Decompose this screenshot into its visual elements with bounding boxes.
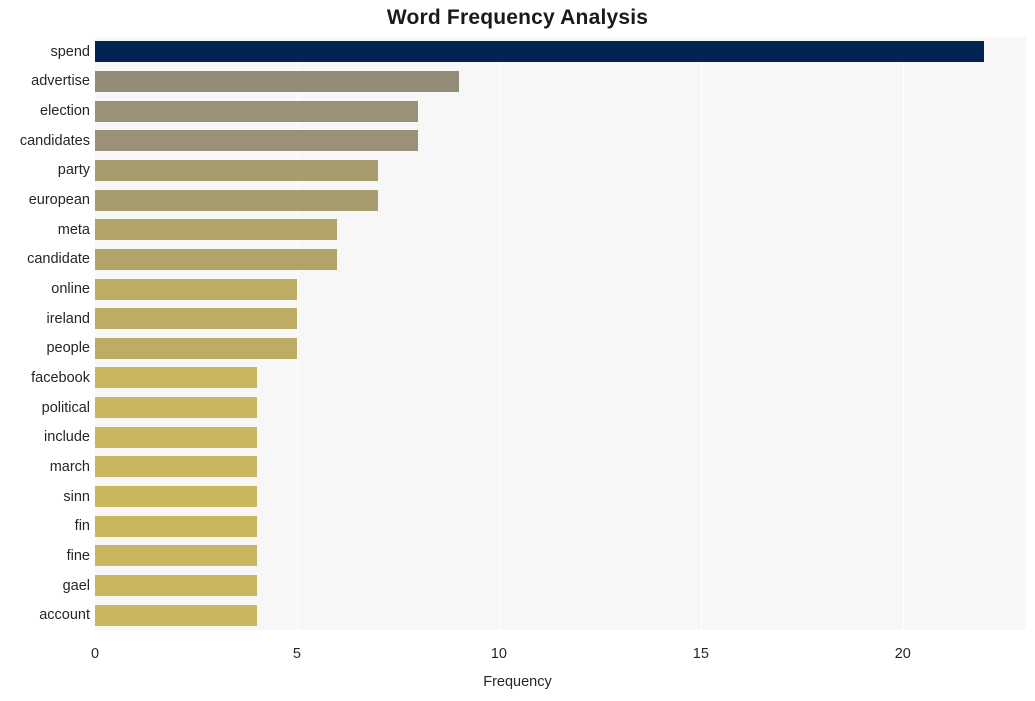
bar-row [95, 189, 1026, 211]
y-tick-label-fin: fin [74, 518, 90, 535]
y-tick-label-candidate: candidate [27, 251, 90, 268]
bar-political[interactable] [95, 397, 257, 419]
y-tick-label-sinn: sinn [63, 488, 90, 505]
bar-meta[interactable] [95, 219, 338, 241]
y-tick-label-meta: meta [57, 221, 90, 238]
bar-row [95, 604, 1026, 626]
y-tick-label-election: election [40, 103, 90, 120]
bar-online[interactable] [95, 278, 297, 300]
bar-march[interactable] [95, 456, 257, 478]
bar-fine[interactable] [95, 545, 257, 567]
bar-row [95, 515, 1026, 537]
bar-party[interactable] [95, 159, 378, 181]
bar-sinn[interactable] [95, 486, 257, 508]
bar-row [95, 575, 1026, 597]
bar-candidate[interactable] [95, 248, 338, 270]
bar-ireland[interactable] [95, 308, 297, 330]
y-tick-label-gael: gael [62, 577, 90, 594]
bar-facebook[interactable] [95, 367, 257, 389]
bar-row [95, 367, 1026, 389]
bar-row [95, 426, 1026, 448]
bar-election[interactable] [95, 100, 419, 122]
chart-figure: Word Frequency Analysis spend advertise el… [0, 0, 1035, 701]
bar-row [95, 397, 1026, 419]
bar-row [95, 100, 1026, 122]
y-tick-label-candidates: candidates [19, 132, 90, 149]
y-tick-label-march: march [49, 458, 90, 475]
bar-row [95, 456, 1026, 478]
y-tick-label-advertise: advertise [31, 73, 90, 90]
bar-row [95, 337, 1026, 359]
y-tick-label-ireland: ireland [46, 310, 90, 327]
bar-candidates[interactable] [95, 130, 419, 152]
bar-gael[interactable] [95, 575, 257, 597]
bar-row [95, 248, 1026, 270]
bar-spend[interactable] [95, 41, 984, 63]
bar-include[interactable] [95, 426, 257, 448]
y-axis: spend advertise election candidates party eur… [0, 37, 90, 630]
x-tick-label-5: 5 [292, 646, 301, 662]
bar-row [95, 70, 1026, 92]
bar-row [95, 545, 1026, 567]
bar-row [95, 308, 1026, 330]
bars-layer [95, 37, 1026, 630]
bar-european[interactable] [95, 189, 378, 211]
x-axis-title: Frequency [483, 674, 552, 690]
y-tick-label-people: people [46, 340, 90, 357]
bar-row [95, 278, 1026, 300]
plot-area [95, 37, 1026, 630]
y-tick-label-online: online [51, 281, 90, 298]
x-tick-label-15: 15 [692, 646, 709, 662]
bar-row [95, 130, 1026, 152]
y-tick-label-fine: fine [66, 547, 90, 564]
y-tick-label-facebook: facebook [31, 369, 90, 386]
bar-account[interactable] [95, 604, 257, 626]
y-tick-label-political: political [41, 399, 90, 416]
y-tick-label-include: include [44, 429, 90, 446]
x-tick-label-10: 10 [490, 646, 507, 662]
x-axis: Frequency 0 5 10 15 20 [0, 630, 1035, 701]
y-tick-label-account: account [39, 607, 90, 624]
bar-row [95, 486, 1026, 508]
bar-people[interactable] [95, 337, 297, 359]
x-tick-label-0: 0 [90, 646, 100, 662]
y-tick-label-european: european [28, 192, 90, 209]
bar-row [95, 41, 1026, 63]
bar-advertise[interactable] [95, 70, 459, 92]
x-tick-label-20: 20 [894, 646, 911, 662]
y-tick-label-party: party [57, 162, 90, 179]
bar-row [95, 219, 1026, 241]
y-tick-label-spend: spend [50, 43, 90, 60]
bar-row [95, 159, 1026, 181]
chart-title: Word Frequency Analysis [386, 6, 649, 29]
bar-fin[interactable] [95, 515, 257, 537]
